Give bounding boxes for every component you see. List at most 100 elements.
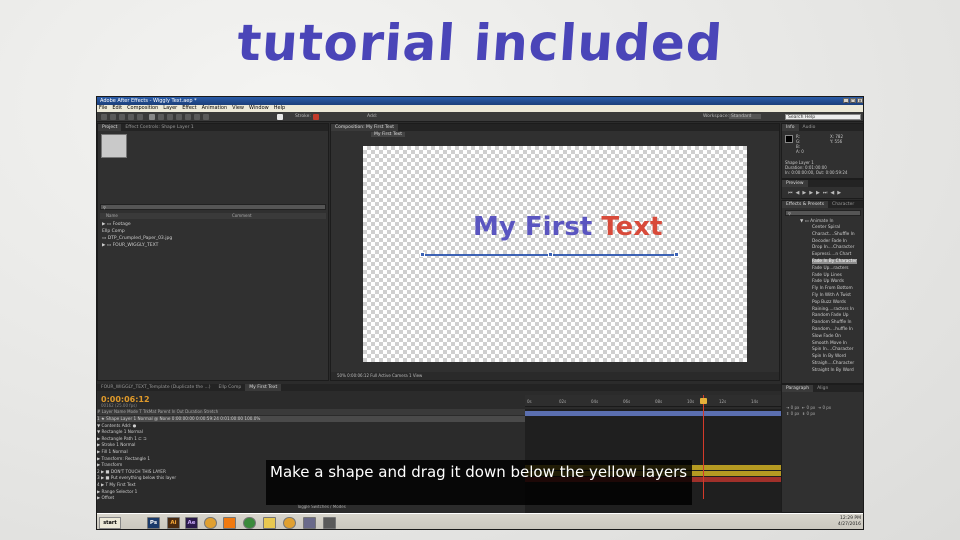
project-item-wiggly[interactable]: ▶ ▭ FOUR_WIGGLY_TEXT bbox=[102, 243, 158, 248]
fill-color-swatch[interactable] bbox=[277, 114, 283, 120]
timeline-row[interactable]: ▶ Rectangle Path 1 ⊏ ⊐ bbox=[97, 436, 525, 442]
timeline-row[interactable]: 1 ★ Shape Layer 1 Normal @ None 0:00:00:… bbox=[97, 416, 525, 422]
effect-item[interactable]: Straigh....Character bbox=[812, 361, 854, 366]
effect-item[interactable]: Spin In....Character bbox=[812, 347, 853, 352]
tab-effects-presets[interactable]: Effects & Presets bbox=[782, 201, 829, 208]
menu-composition[interactable]: Composition bbox=[127, 105, 158, 112]
bar-shape-layer[interactable] bbox=[525, 411, 781, 416]
chrome-icon-2[interactable] bbox=[283, 517, 296, 529]
timeline-ruler[interactable]: 0s 02s 04s 06s 08s 10s 12s 14s bbox=[525, 395, 781, 407]
effect-item[interactable]: Slow Fade On bbox=[812, 334, 841, 339]
illustrator-icon[interactable]: Ai bbox=[167, 517, 180, 529]
tab-paragraph[interactable]: Paragraph bbox=[782, 385, 814, 392]
effect-item[interactable]: Drop In....Character bbox=[812, 245, 854, 250]
shape-handle-center[interactable] bbox=[548, 252, 553, 257]
project-item-ellp-comp[interactable]: Ellp Comp bbox=[102, 229, 125, 234]
effect-item[interactable]: Fade Up Lines bbox=[812, 273, 842, 278]
effects-search-input[interactable]: ⚲ bbox=[785, 210, 861, 216]
menu-view[interactable]: View bbox=[232, 105, 244, 112]
clock-date[interactable]: 4/27/2016 bbox=[783, 522, 861, 528]
comp-sub-tab[interactable]: My First Text bbox=[371, 132, 405, 137]
workspace-select[interactable]: Standard bbox=[729, 114, 762, 119]
comp-viewer[interactable]: My First Text bbox=[363, 146, 747, 362]
search-help-input[interactable]: Search Help bbox=[785, 114, 861, 120]
tab-effect-controls[interactable]: Effect Controls: Shape Layer 1 bbox=[121, 124, 197, 131]
zoom-tool-icon[interactable] bbox=[119, 114, 125, 120]
effect-item[interactable]: Random Fade Up bbox=[812, 313, 848, 318]
folder-icon[interactable] bbox=[263, 517, 276, 529]
tab-composition[interactable]: Composition: My First Text bbox=[331, 124, 399, 131]
green-app-icon[interactable] bbox=[243, 517, 256, 529]
tab-my-first-text[interactable]: My First Text bbox=[245, 384, 282, 391]
photoshop-icon[interactable]: Ps bbox=[147, 517, 160, 529]
project-item-footage[interactable]: ▶ ▭ Footage bbox=[102, 222, 131, 227]
tab-info[interactable]: Info bbox=[782, 124, 799, 131]
tab-audio[interactable]: Audio bbox=[799, 124, 820, 131]
pen-tool-icon[interactable] bbox=[158, 114, 164, 120]
start-button[interactable]: start bbox=[99, 517, 121, 529]
col-name[interactable]: Name bbox=[100, 213, 118, 218]
type-tool-icon[interactable] bbox=[167, 114, 173, 120]
vlc-icon[interactable] bbox=[223, 517, 236, 529]
menu-layer[interactable]: Layer bbox=[163, 105, 177, 112]
menu-animation[interactable]: Animation bbox=[202, 105, 228, 112]
effect-item[interactable]: Pop Buzz Words bbox=[812, 300, 846, 305]
hand-tool-icon[interactable] bbox=[110, 114, 116, 120]
clone-tool-icon[interactable] bbox=[185, 114, 191, 120]
effect-item[interactable]: Straight In By Word bbox=[812, 368, 854, 373]
timeline-row[interactable]: ▶ Fill 1 Normal bbox=[97, 449, 525, 455]
comp-footer[interactable]: 50% 0:00:06:12 Full Active Camera 1 View bbox=[331, 372, 779, 380]
effect-item[interactable]: Decoder Fade In bbox=[812, 239, 847, 244]
shape-handle-left[interactable] bbox=[420, 252, 425, 257]
effect-item[interactable]: Fade Up...racters bbox=[812, 266, 849, 271]
effect-item[interactable]: Expressi....n Chart bbox=[812, 252, 851, 257]
effect-item[interactable]: Raining....racters In bbox=[812, 307, 854, 312]
effect-item[interactable]: Smooth Move In bbox=[812, 341, 847, 346]
eraser-tool-icon[interactable] bbox=[194, 114, 200, 120]
timeline-row[interactable]: ▼ Rectangle 1 Normal bbox=[97, 429, 525, 435]
minimize-button[interactable]: _ bbox=[843, 98, 849, 103]
menu-effect[interactable]: Effect bbox=[182, 105, 196, 112]
shape-handle-right[interactable] bbox=[674, 252, 679, 257]
effect-item[interactable]: Fly In From Bottom bbox=[812, 286, 853, 291]
menu-file[interactable]: File bbox=[99, 105, 107, 112]
timeline-row[interactable]: ▶ Stroke 1 Normal bbox=[97, 442, 525, 448]
timeline-row[interactable]: ▼ Contents Add: ● bbox=[97, 423, 525, 429]
app-icon[interactable] bbox=[303, 517, 316, 529]
effect-item[interactable]: Random....huffle In bbox=[812, 327, 853, 332]
tab-wiggly-template[interactable]: FOUR_WIGGLY_TEXT_Template (Duplicate the… bbox=[97, 384, 215, 391]
puppet-tool-icon[interactable] bbox=[203, 114, 209, 120]
rectangle-tool-icon[interactable] bbox=[149, 114, 155, 120]
effect-item[interactable]: Fly In With A Twist bbox=[812, 293, 851, 298]
after-effects-icon[interactable]: Ae bbox=[185, 517, 198, 529]
tab-project[interactable]: Project bbox=[98, 124, 122, 131]
effect-item[interactable]: Center Spiral bbox=[812, 225, 840, 230]
effect-item[interactable]: Fade In By Character bbox=[812, 259, 857, 264]
playhead-handle[interactable] bbox=[700, 398, 707, 404]
tab-align[interactable]: Align bbox=[813, 385, 832, 392]
project-item-paper[interactable]: ▭ DTP_Crumpled_Paper_03.jpg bbox=[102, 236, 172, 241]
preview-controls[interactable]: ⏮◀▶▶▶⏭◀▶ bbox=[788, 190, 844, 196]
selection-tool-icon[interactable] bbox=[101, 114, 107, 120]
folder-animate-in[interactable]: ▼ ▭ Animate In bbox=[800, 219, 833, 224]
camera-tool-icon[interactable] bbox=[137, 114, 143, 120]
rotate-tool-icon[interactable] bbox=[128, 114, 134, 120]
menu-help[interactable]: Help bbox=[274, 105, 285, 112]
brush-tool-icon[interactable] bbox=[176, 114, 182, 120]
chrome-icon[interactable] bbox=[204, 517, 217, 529]
close-button[interactable]: × bbox=[857, 98, 863, 103]
project-search-input[interactable]: ⚲ bbox=[100, 204, 326, 210]
tab-preview[interactable]: Preview bbox=[782, 180, 808, 187]
tab-character[interactable]: Character bbox=[828, 201, 858, 208]
effect-item[interactable]: Charact....Shuffle In bbox=[812, 232, 855, 237]
paragraph-indents[interactable]: ⇥ 0 px ⇤ 0 px ⇥ 0 px ⇞ 0 px ⇟ 0 px bbox=[786, 405, 831, 417]
effect-item[interactable]: Random Shuffle In bbox=[812, 320, 851, 325]
maximize-button[interactable]: □ bbox=[850, 98, 856, 103]
menu-edit[interactable]: Edit bbox=[112, 105, 122, 112]
effect-item[interactable]: Fade Up Words bbox=[812, 279, 844, 284]
menu-window[interactable]: Window bbox=[249, 105, 269, 112]
stroke-color-swatch[interactable] bbox=[313, 114, 319, 120]
app-icon-2[interactable] bbox=[323, 517, 336, 529]
tab-ellp-comp[interactable]: Ellp Comp bbox=[215, 384, 246, 391]
effect-item[interactable]: Spin In By Word bbox=[812, 354, 846, 359]
